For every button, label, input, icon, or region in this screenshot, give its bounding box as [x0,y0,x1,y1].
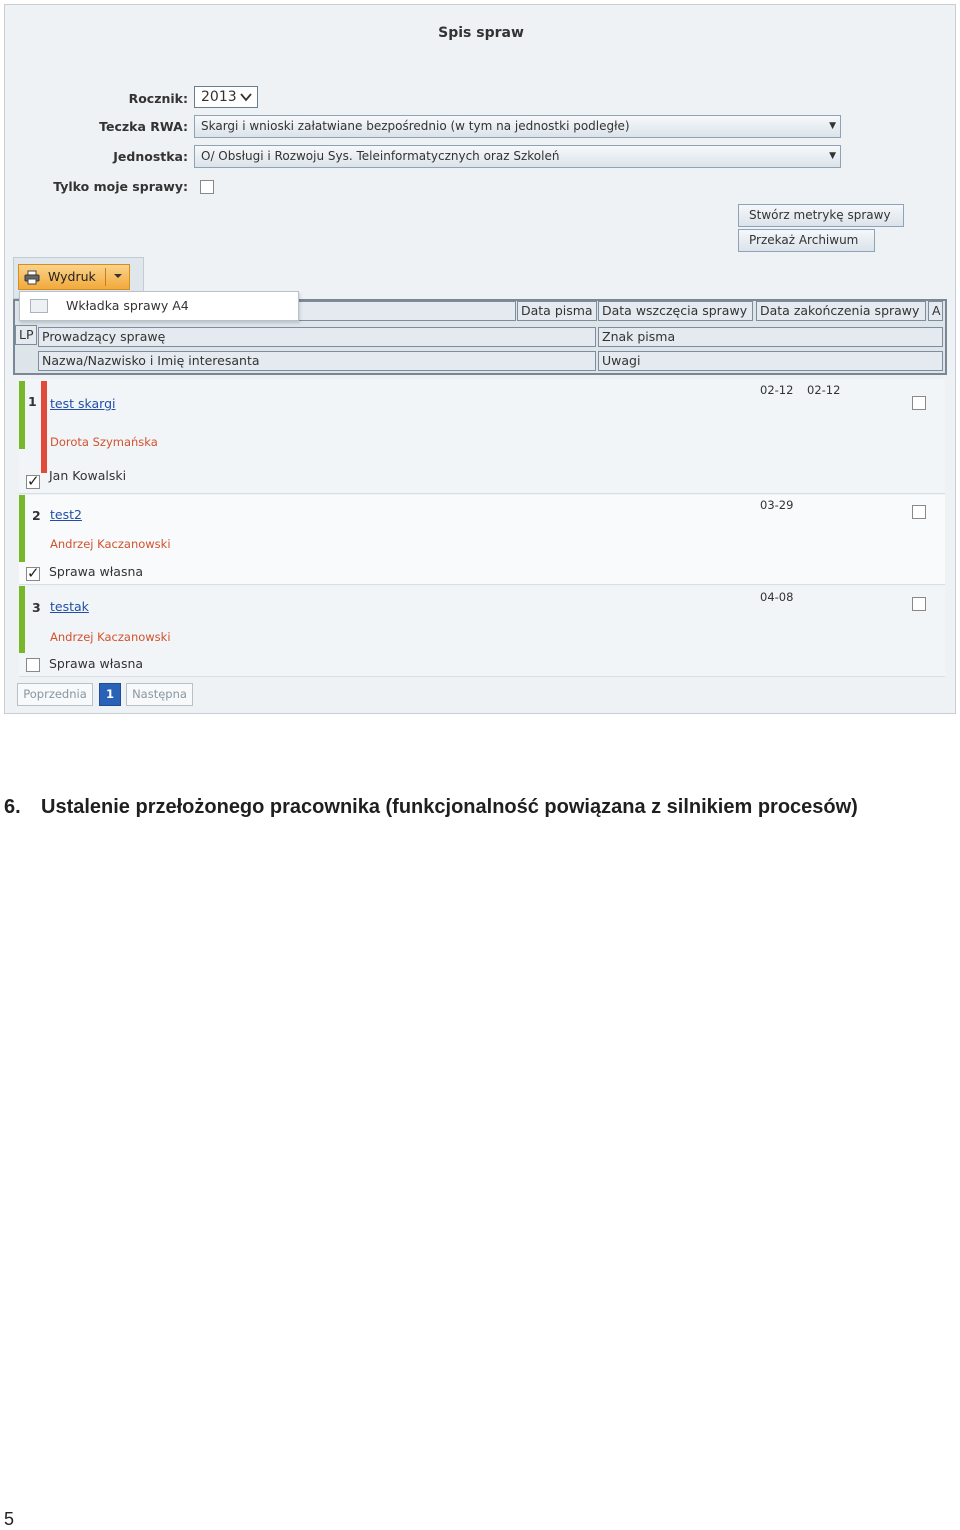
column-nazwa[interactable]: Nazwa/Nazwisko i Imię interesanta [38,351,596,371]
split-dropdown-icon[interactable] [111,266,125,294]
column-data-wszczecia[interactable]: Data wszczęcia sprawy [598,301,753,321]
row-archive-checkbox[interactable] [912,505,926,519]
rocznik-select[interactable]: 2013 [194,86,258,108]
rocznik-label: Rocznik: [128,91,188,106]
tylko-moje-checkbox[interactable] [200,180,214,194]
section-title: Ustalenie przełożonego pracownika (funkc… [41,796,858,818]
case-link[interactable]: test2 [50,507,82,522]
app-screenshot: Spis spraw Rocznik: 2013 Teczka RWA: Ska… [4,4,956,714]
printer-icon [24,269,40,285]
row-checkbox[interactable] [26,658,40,672]
teczka-value: Skargi i wnioski załatwiane bezpośrednio… [201,119,630,133]
row-interesant: Sprawa własna [49,656,144,671]
section-heading: 6. Ustalenie przełożonego pracownika (fun… [4,796,858,819]
case-link[interactable]: test skargi [50,396,116,411]
dropdown-arrow-icon: ▼ [829,151,836,161]
jednostka-label: Jednostka: [113,149,188,164]
jednostka-select[interactable]: O/ Obsługi i Rozwoju Sys. Teleinformatyc… [194,145,841,168]
row-date-start: 02-12 [760,383,794,397]
column-znak[interactable]: Znak pisma [598,327,943,347]
print-label: Wydruk [48,269,96,284]
column-prowadzacy[interactable]: Prowadzący sprawę [38,327,596,347]
status-bar-green [19,586,25,653]
chevron-down-icon [239,88,253,107]
row-lp: 1 [28,394,37,409]
archive-button[interactable]: Przekaż Archiwum [738,229,875,252]
rocznik-value: 2013 [201,89,237,105]
status-bar-green [19,495,25,562]
case-link[interactable]: testak [50,599,89,614]
row-lp: 2 [32,508,41,523]
row-lp: 3 [32,600,41,615]
print-menu: Wkładka sprawy A4 [19,291,299,321]
menu-item-wkladka[interactable]: Wkładka sprawy A4 [66,292,189,320]
page-1-button[interactable]: 1 [99,683,121,706]
row-person: Andrzej Kaczanowski [50,537,171,551]
row-date-start: 04-08 [760,590,794,604]
row-person: Andrzej Kaczanowski [50,630,171,644]
row-date-end: 02-12 [807,383,841,397]
row-checkbox[interactable] [26,564,40,582]
section-number: 6. [4,796,21,818]
page-title: Spis spraw [438,25,524,41]
split-separator [105,268,106,286]
teczka-select[interactable]: Skargi i wnioski załatwiane bezpośrednio… [194,115,841,138]
column-data-zakonczenia[interactable]: Data zakończenia sprawy [756,301,926,321]
status-bar-red [41,381,47,473]
column-uwagi[interactable]: Uwagi [598,351,943,371]
tylko-moje-label: Tylko moje sprawy: [53,179,188,194]
document-icon [30,299,48,313]
next-page-button[interactable]: Następna [126,683,193,706]
create-case-button[interactable]: Stwórz metrykę sprawy [738,204,904,227]
print-button[interactable]: Wydruk [18,264,130,290]
jednostka-value: O/ Obsługi i Rozwoju Sys. Teleinformatyc… [201,149,560,163]
row-interesant: Sprawa własna [49,564,144,579]
row-person: Dorota Szymańska [50,435,158,449]
column-lp[interactable]: LP [15,325,37,345]
page-number: 5 [4,1509,15,1529]
row-archive-checkbox[interactable] [912,396,926,410]
row-date-start: 03-29 [760,498,794,512]
teczka-label: Teczka RWA: [99,119,188,134]
dropdown-arrow-icon: ▼ [829,121,836,131]
row-archive-checkbox[interactable] [912,597,926,611]
prev-page-button[interactable]: Poprzednia [17,683,93,706]
row-checkbox[interactable] [26,472,40,490]
row-interesant: Jan Kowalski [49,468,127,483]
column-a[interactable]: A [928,301,943,321]
column-data-pisma[interactable]: Data pisma [517,301,597,321]
status-bar-green [19,381,25,449]
